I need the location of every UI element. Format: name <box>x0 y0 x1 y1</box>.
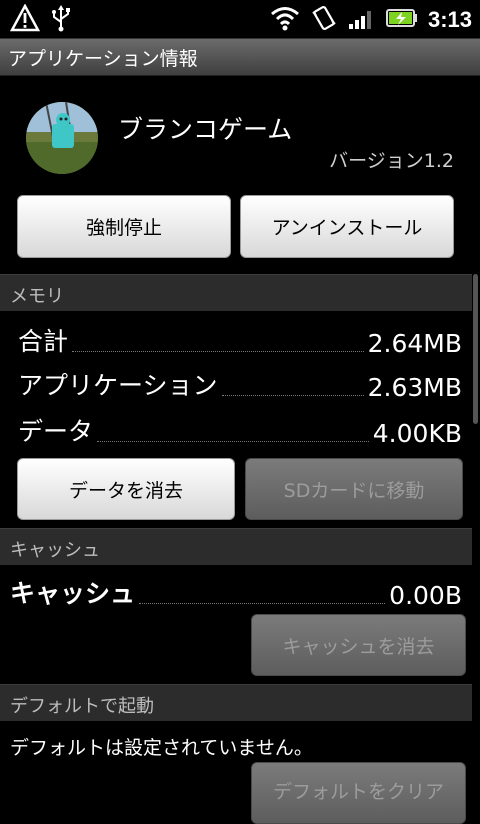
cache-value: 0.00B <box>389 581 462 610</box>
wifi-icon <box>270 5 300 35</box>
app-version: バージョン1.2 <box>329 150 454 172</box>
dotted-leader <box>97 440 369 442</box>
app-name: ブランコゲーム <box>118 115 293 144</box>
title-bar: アプリケーション情報 <box>0 39 480 76</box>
force-stop-button[interactable]: 強制停止 <box>17 195 231 258</box>
memory-row-total: 合計 2.64MB <box>18 318 462 358</box>
battery-charging-icon <box>385 8 418 32</box>
dotted-leader <box>221 394 364 396</box>
memory-row-data: データ 4.00KB <box>18 408 462 448</box>
defaults-header-label: デフォルトで起動 <box>10 696 154 717</box>
cache-label: キャッシュ <box>10 579 136 608</box>
move-to-sd-button[interactable]: SDカードに移動 <box>245 458 463 520</box>
dotted-leader <box>72 350 364 352</box>
memory-data-value: 4.00KB <box>372 419 462 448</box>
cache-header-label: キャッシュ <box>10 540 100 561</box>
memory-data-label: データ <box>18 417 94 446</box>
clear-defaults-button[interactable]: デフォルトをクリア <box>251 762 466 824</box>
usb-icon <box>50 4 72 36</box>
dotted-leader <box>139 602 386 604</box>
clear-data-button[interactable]: データを消去 <box>17 458 235 520</box>
status-time: 3:13 <box>427 7 472 32</box>
memory-total-label: 合計 <box>18 327 69 356</box>
uninstall-button[interactable]: アンインストール <box>240 195 454 258</box>
memory-section-header: メモリ <box>0 274 472 311</box>
memory-application-value: 2.63MB <box>367 373 462 402</box>
signal-icon <box>348 6 376 34</box>
warning-icon <box>9 3 41 36</box>
defaults-section-header: デフォルトで起動 <box>0 684 472 721</box>
vibrate-icon <box>310 4 338 36</box>
memory-header-label: メモリ <box>10 286 64 307</box>
memory-application-label: アプリケーション <box>18 371 218 400</box>
clear-cache-button[interactable]: キャッシュを消去 <box>251 614 466 676</box>
status-bar: 3:13 <box>0 0 480 39</box>
defaults-message: デフォルトは設定されていません。 <box>10 737 313 759</box>
cache-section-header: キャッシュ <box>0 528 472 565</box>
memory-row-application: アプリケーション 2.63MB <box>18 362 462 402</box>
cache-row: キャッシュ 0.00B <box>10 570 462 610</box>
swing-game-app-icon <box>26 102 98 174</box>
page-title: アプリケーション情報 <box>8 48 198 70</box>
scrollbar[interactable] <box>473 274 478 424</box>
memory-total-value: 2.64MB <box>367 329 462 358</box>
